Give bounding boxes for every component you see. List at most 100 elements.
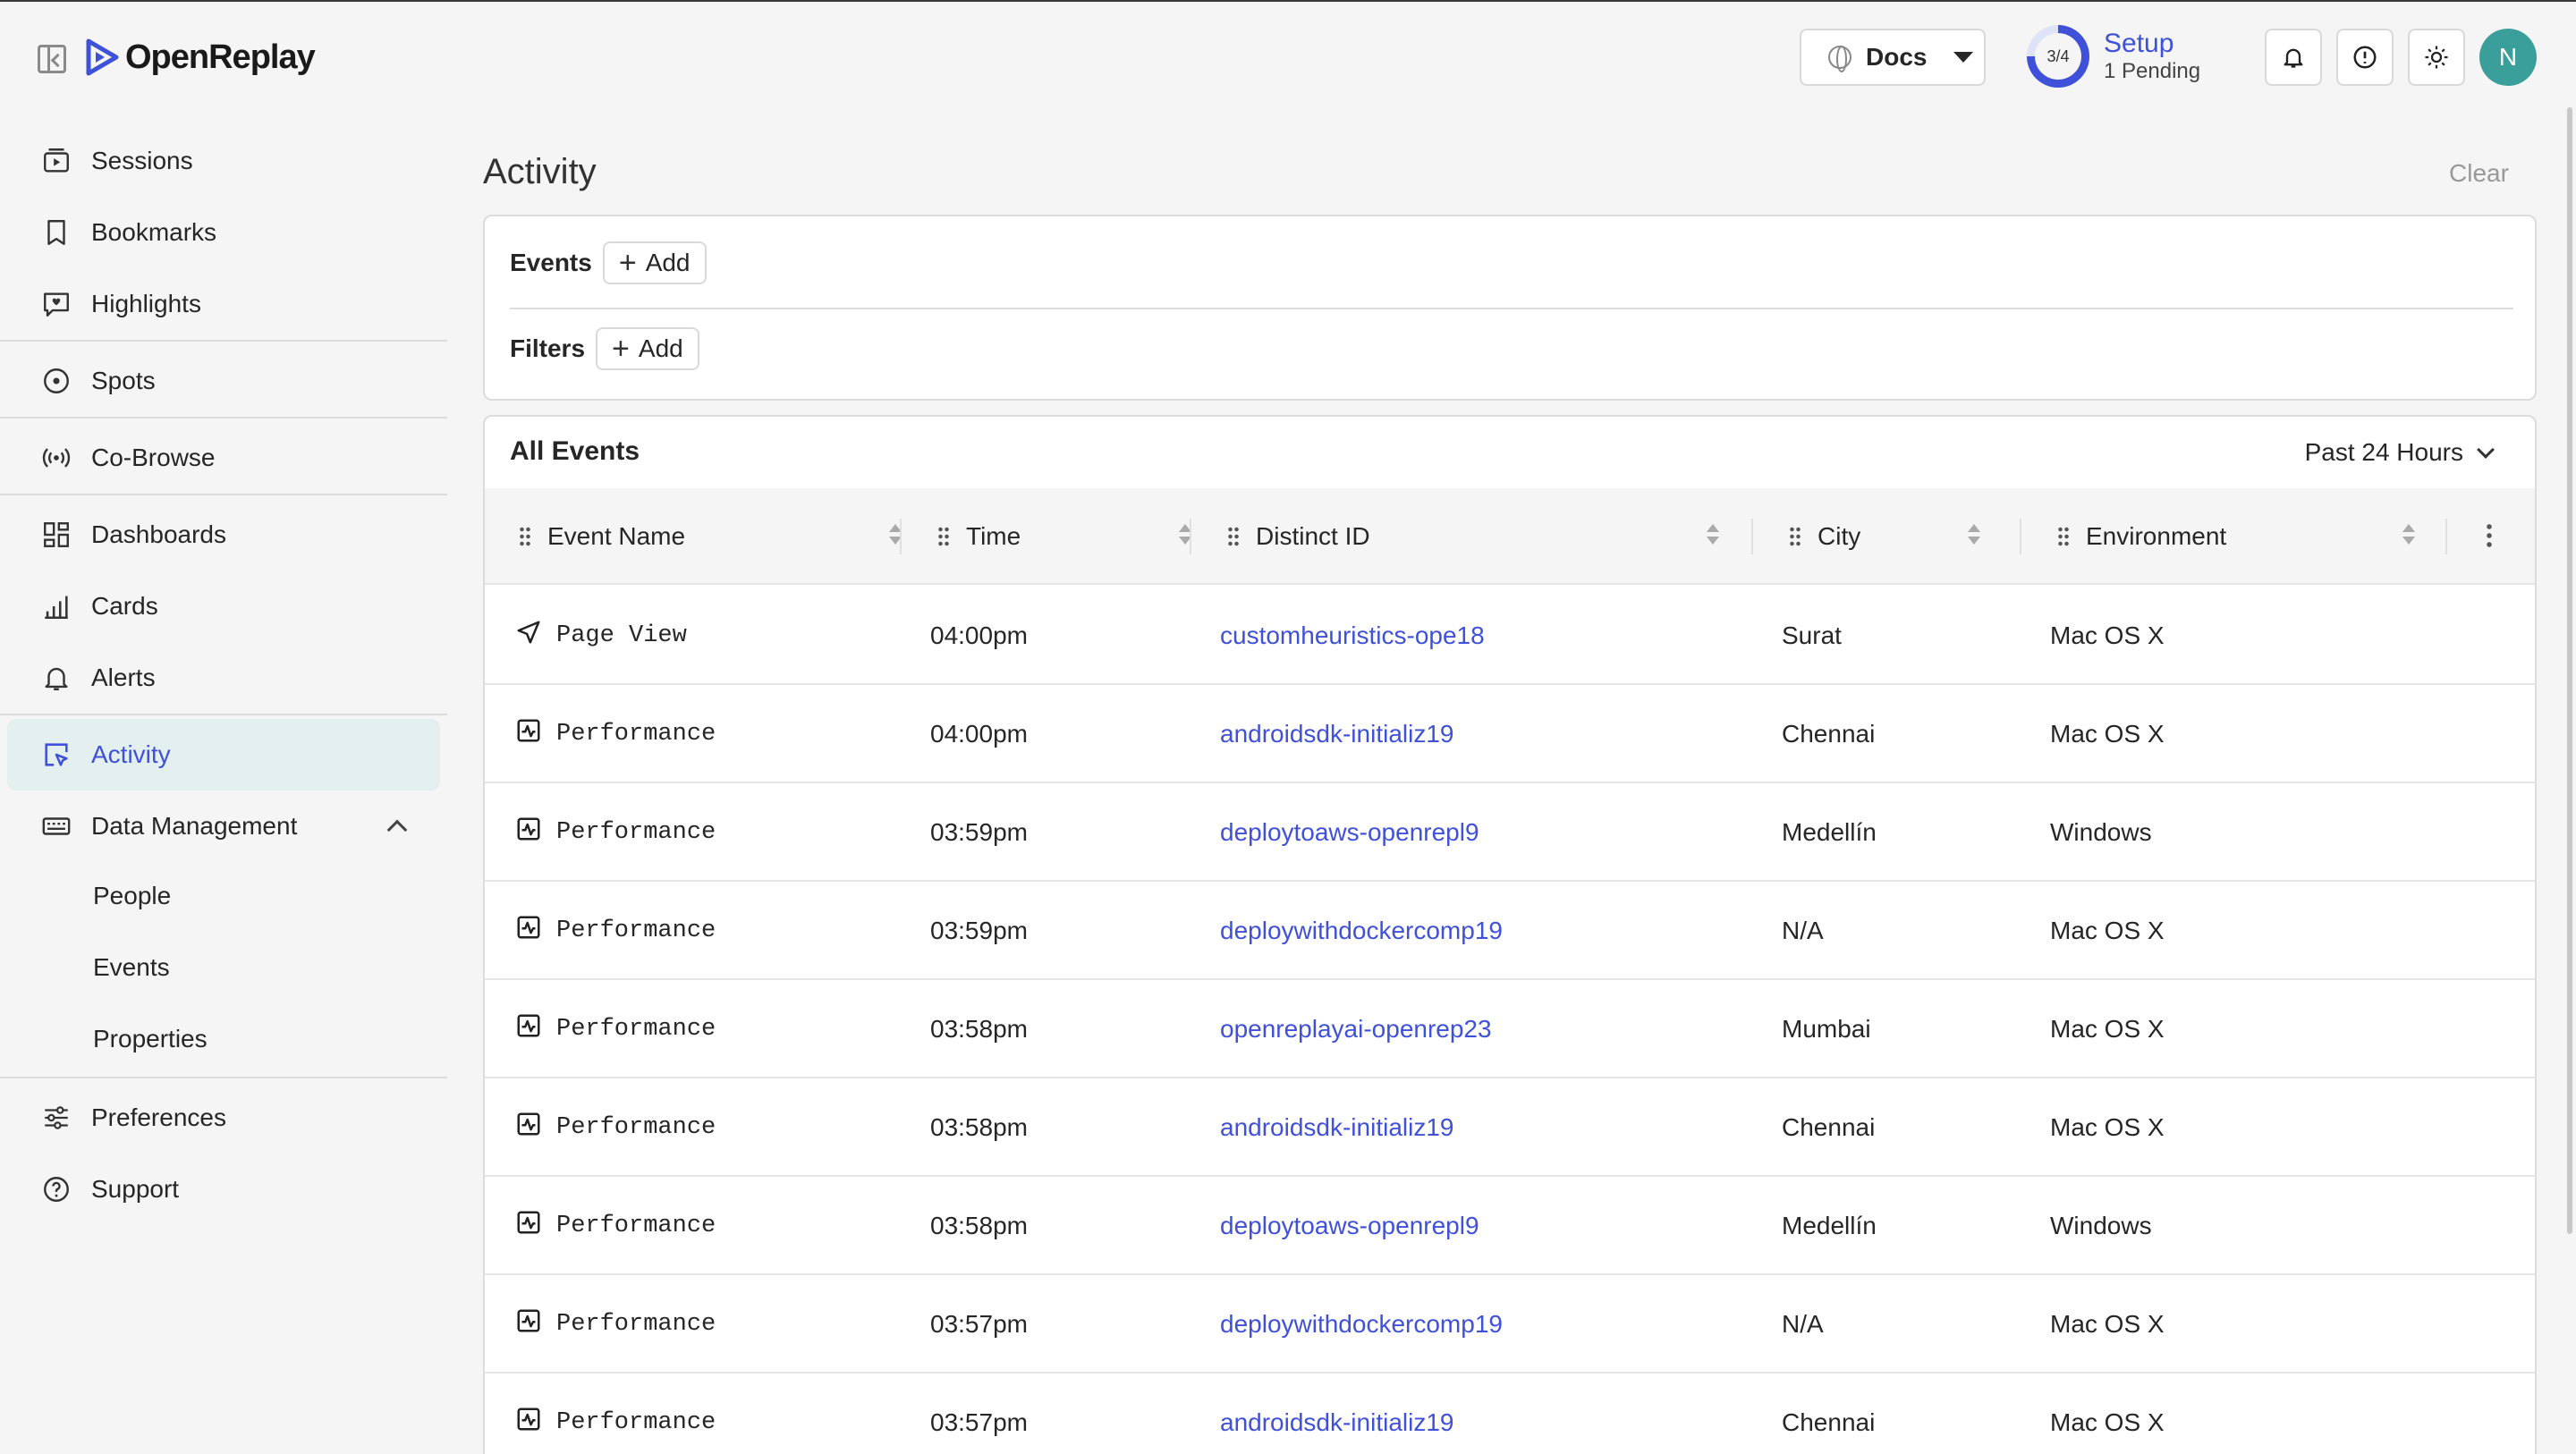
cell-time: 03:59pm bbox=[930, 818, 1028, 846]
sliders-icon bbox=[45, 1106, 68, 1129]
info-button[interactable] bbox=[2336, 29, 2394, 86]
drag-handle-icon[interactable] bbox=[937, 526, 950, 547]
cell-environment: Windows bbox=[2050, 1212, 2152, 1239]
column-header-event-name[interactable]: Event Name bbox=[519, 488, 902, 585]
sidebar-item-sessions[interactable]: Sessions bbox=[7, 125, 440, 197]
sort-icon[interactable] bbox=[1968, 524, 1980, 549]
table-row[interactable]: Performance 03:58pm openreplayai-openrep23… bbox=[485, 980, 2535, 1078]
drag-handle-icon[interactable] bbox=[1227, 526, 1240, 547]
sidebar-item-cards[interactable]: Cards bbox=[7, 571, 440, 642]
logo-text: OpenReplay bbox=[125, 38, 316, 76]
sidebar-item-highlights[interactable]: Highlights bbox=[7, 268, 440, 340]
sidebar-item-support[interactable]: Support bbox=[7, 1154, 440, 1225]
table-row[interactable]: Performance 03:58pm deploytoaws-openrepl9 M… bbox=[485, 1177, 2535, 1275]
sort-icon[interactable] bbox=[2402, 524, 2415, 549]
sidebar-subitem-properties[interactable]: Properties bbox=[93, 1025, 208, 1053]
sidebar-item-spots[interactable]: Spots bbox=[7, 345, 440, 417]
cell-distinct-id-link[interactable]: androidsdk-initializ19 bbox=[1220, 1078, 1453, 1177]
filters-filter-row: Filters + Add bbox=[510, 327, 699, 370]
docs-label: Docs bbox=[1866, 43, 1928, 71]
bookmark-icon bbox=[47, 220, 65, 245]
docs-button[interactable]: Docs bbox=[1800, 29, 1986, 86]
column-label: Time bbox=[966, 522, 1021, 550]
help-icon bbox=[44, 1177, 69, 1202]
sidebar-item-label: Cards bbox=[91, 592, 158, 620]
column-header-time[interactable]: Time bbox=[937, 488, 1191, 585]
cell-time: 04:00pm bbox=[930, 621, 1028, 649]
drag-handle-icon[interactable] bbox=[519, 526, 531, 547]
sidebar-item-label: Data Management bbox=[91, 812, 298, 840]
table-row[interactable]: Performance 03:57pm androidsdk-initializ19… bbox=[485, 1374, 2535, 1454]
cell-distinct-id-link[interactable]: customheuristics-ope18 bbox=[1220, 587, 1485, 685]
cell-distinct-id-link[interactable]: openreplayai-openrep23 bbox=[1220, 980, 1492, 1078]
column-header-environment[interactable]: Environment bbox=[2057, 488, 2415, 585]
sidebar-item-co-browse[interactable]: Co-Browse bbox=[7, 422, 440, 494]
cell-city: Chennai bbox=[1782, 1408, 1876, 1436]
cell-environment: Mac OS X bbox=[2050, 917, 2165, 944]
cell-distinct-id-link[interactable]: deploytoaws-openrepl9 bbox=[1220, 783, 1479, 882]
column-header-distinct-id[interactable]: Distinct ID bbox=[1227, 488, 1719, 585]
column-header-city[interactable]: City bbox=[1789, 488, 1980, 585]
sidebar-item-label: Co-Browse bbox=[91, 444, 216, 471]
sidebar-item-label: Highlights bbox=[91, 290, 201, 317]
time-range-select[interactable]: Past 24 Hours bbox=[2304, 438, 2495, 467]
sidebar-item-preferences[interactable]: Preferences bbox=[7, 1082, 440, 1154]
column-resizer[interactable] bbox=[2445, 519, 2447, 554]
globe-icon bbox=[1828, 46, 1852, 72]
table-row[interactable]: Performance 04:00pm androidsdk-initializ19… bbox=[485, 685, 2535, 783]
sort-icon[interactable] bbox=[1707, 524, 1719, 549]
cell-city: N/A bbox=[1782, 917, 1824, 944]
logo[interactable]: OpenReplay bbox=[84, 38, 316, 77]
table-row[interactable]: Performance 03:57pm deploywithdockercomp19… bbox=[485, 1275, 2535, 1374]
setup-progress[interactable]: 3/4 Setup 1 Pending bbox=[2027, 25, 2200, 88]
cell-distinct-id-link[interactable]: deploytoaws-openrepl9 bbox=[1220, 1177, 1479, 1275]
sidebar-item-bookmarks[interactable]: Bookmarks bbox=[7, 197, 440, 268]
cell-event-name: Performance bbox=[515, 1078, 716, 1177]
cell-distinct-id-link[interactable]: deploywithdockercomp19 bbox=[1220, 1275, 1503, 1374]
table-row[interactable]: Page View 04:00pm customheuristics-ope18 Su… bbox=[485, 587, 2535, 685]
sidebar-item-activity[interactable]: Activity bbox=[7, 719, 440, 790]
cell-city: Chennai bbox=[1782, 720, 1876, 748]
scrollbar[interactable] bbox=[2567, 107, 2572, 1234]
add-event-button[interactable]: + Add bbox=[602, 241, 707, 284]
cell-distinct-id-link[interactable]: deploywithdockercomp19 bbox=[1220, 882, 1503, 980]
add-filter-button[interactable]: + Add bbox=[596, 327, 699, 370]
sidebar-item-dashboards[interactable]: Dashboards bbox=[7, 499, 440, 571]
sidebar-item-alerts[interactable]: Alerts bbox=[7, 642, 440, 714]
drag-handle-icon[interactable] bbox=[1789, 526, 1801, 547]
cell-time: 03:57pm bbox=[930, 1310, 1028, 1338]
collapse-sidebar-icon[interactable] bbox=[38, 45, 66, 73]
column-resizer[interactable] bbox=[1190, 519, 1191, 554]
cell-distinct-id-link[interactable]: androidsdk-initializ19 bbox=[1220, 685, 1453, 783]
cell-environment: Windows bbox=[2050, 818, 2152, 846]
notifications-button[interactable] bbox=[2265, 29, 2322, 86]
avatar[interactable]: N bbox=[2479, 29, 2537, 86]
column-resizer[interactable] bbox=[1751, 519, 1753, 554]
more-options-icon[interactable] bbox=[2487, 522, 2492, 549]
sidebar-item-label: Bookmarks bbox=[91, 218, 217, 246]
sidebar-item-label: Preferences bbox=[91, 1103, 226, 1131]
drag-handle-icon[interactable] bbox=[2057, 526, 2070, 547]
column-resizer[interactable] bbox=[900, 519, 902, 554]
sidebar-divider bbox=[0, 714, 447, 715]
sidebar-subitem-events[interactable]: Events bbox=[93, 953, 170, 982]
sidebar-subitem-people[interactable]: People bbox=[93, 882, 171, 910]
column-label: City bbox=[1818, 522, 1861, 550]
cell-distinct-id-link[interactable]: androidsdk-initializ19 bbox=[1220, 1374, 1453, 1454]
sidebar-item-data-management[interactable]: Data Management bbox=[7, 790, 440, 862]
table-row[interactable]: Performance 03:58pm androidsdk-initializ19… bbox=[485, 1078, 2535, 1177]
table-row[interactable]: Performance 03:59pm deploywithdockercomp19… bbox=[485, 882, 2535, 980]
bell-icon bbox=[2284, 48, 2303, 68]
column-resizer[interactable] bbox=[2020, 519, 2021, 554]
theme-toggle-button[interactable] bbox=[2408, 29, 2465, 86]
top-bar: OpenReplay Docs 3/4 Setup 1 Pending N bbox=[0, 0, 2576, 107]
cell-time: 04:00pm bbox=[930, 720, 1028, 748]
table-row[interactable]: Performance 03:59pm deploytoaws-openrepl9 M… bbox=[485, 783, 2535, 882]
performance-icon bbox=[515, 1209, 556, 1244]
cell-time: 03:58pm bbox=[930, 1015, 1028, 1043]
navigation-icon bbox=[515, 619, 556, 654]
event-name-text: Performance bbox=[556, 1213, 716, 1239]
time-range-label: Past 24 Hours bbox=[2304, 438, 2463, 466]
cell-time: 03:57pm bbox=[930, 1408, 1028, 1436]
clear-button[interactable]: Clear bbox=[2449, 159, 2509, 188]
